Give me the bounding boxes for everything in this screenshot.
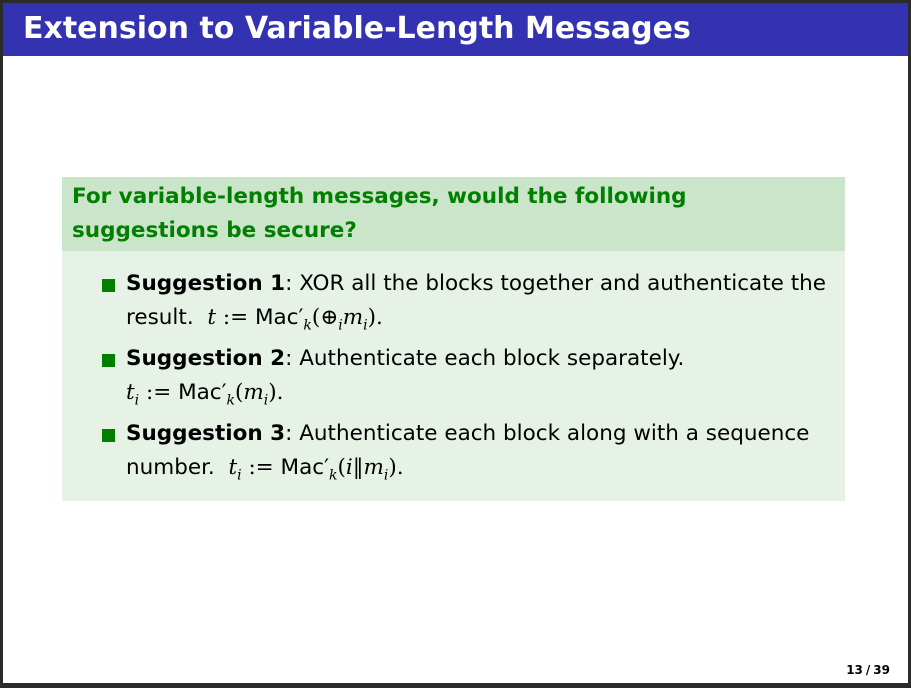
formula: ti := Mac′k(i‖mi). <box>221 455 404 484</box>
suggestion-name: Suggestion 3 <box>126 421 286 446</box>
suggestion-list: Suggestion 1: XOR all the blocks togethe… <box>98 267 835 485</box>
page-separator: / <box>865 663 871 677</box>
formula: t := Mac′k(⊕imi). <box>200 305 383 334</box>
suggestion-name: Suggestion 2 <box>126 346 286 371</box>
suggestion-text: : Authenticate each block separately. <box>285 346 685 371</box>
suggestion-name: Suggestion 1 <box>126 271 286 296</box>
question-block: For variable-length messages, would the … <box>62 177 845 501</box>
formula: ti := Mac′k(mi). <box>126 380 284 409</box>
list-item: Suggestion 1: XOR all the blocks togethe… <box>98 267 835 335</box>
list-item: Suggestion 3: Authenticate each block al… <box>98 417 835 485</box>
current-page: 13 <box>846 663 863 677</box>
square-bullet-icon <box>102 279 115 292</box>
total-pages: 39 <box>873 663 890 677</box>
title-bar: Extension to Variable-Length Messages <box>3 3 908 56</box>
square-bullet-icon <box>102 429 115 442</box>
block-body: Suggestion 1: XOR all the blocks togethe… <box>62 251 845 501</box>
block-heading: For variable-length messages, would the … <box>62 177 845 251</box>
square-bullet-icon <box>102 354 115 367</box>
slide-title: Extension to Variable-Length Messages <box>23 11 691 46</box>
page-number: 13/39 <box>846 663 890 677</box>
list-item: Suggestion 2: Authenticate each block se… <box>98 342 835 410</box>
slide: Extension to Variable-Length Messages Fo… <box>3 3 908 683</box>
